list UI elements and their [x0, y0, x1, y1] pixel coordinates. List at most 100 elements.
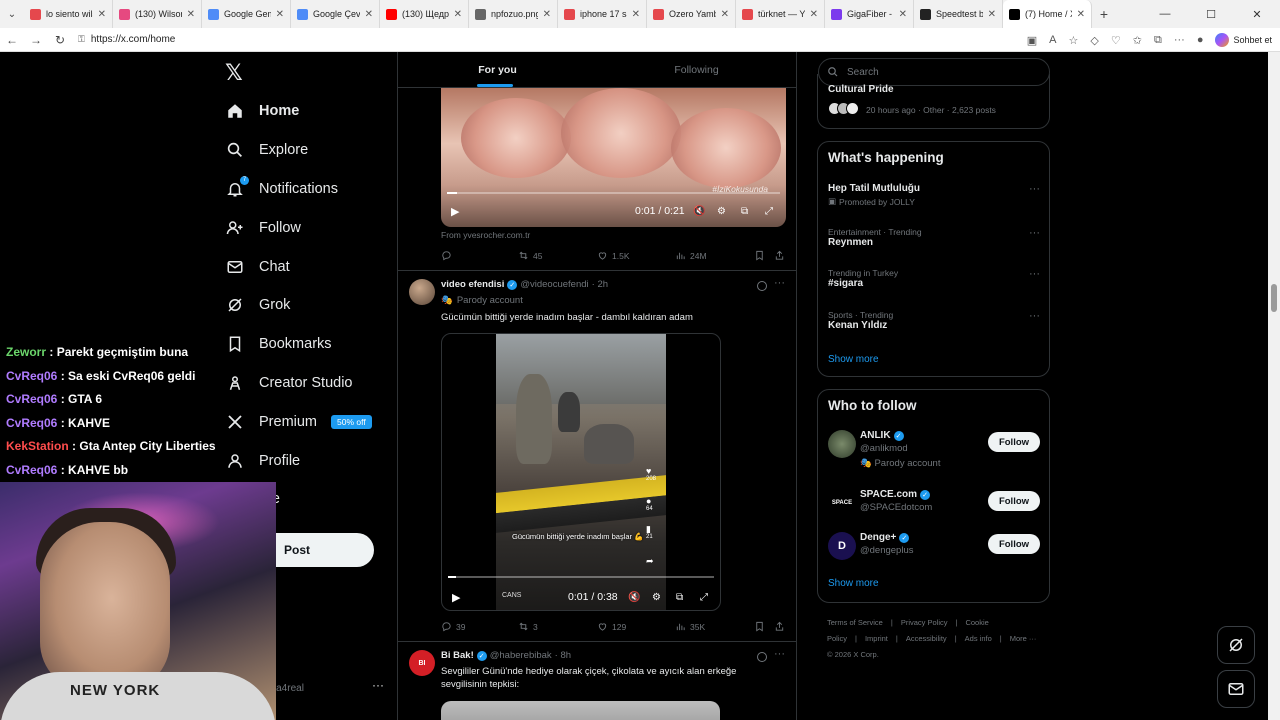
- settings-gear-icon[interactable]: ⚙: [652, 592, 661, 603]
- mute-icon[interactable]: 🔇: [693, 206, 705, 217]
- follow-button[interactable]: Follow: [988, 432, 1040, 452]
- bookmark-button[interactable]: [754, 250, 765, 261]
- sidebar-item-creator-studio[interactable]: Creator Studio: [225, 364, 372, 403]
- tab-close-icon[interactable]: ✕: [1077, 9, 1085, 20]
- account-more-icon[interactable]: ···: [372, 678, 384, 692]
- browser-tab[interactable]: lo siento wilsor ✕: [24, 0, 113, 28]
- post-media[interactable]: [441, 701, 720, 720]
- profile-avatar-icon[interactable]: ●: [1197, 34, 1204, 46]
- trend-more-icon[interactable]: ···: [1029, 227, 1040, 239]
- trend-item[interactable]: Sports · Trending Kenan Yıldız ···: [828, 310, 1040, 333]
- sidebar-item-profile[interactable]: Profile: [225, 441, 372, 480]
- pip-icon[interactable]: ⧉: [741, 206, 748, 217]
- trend-more-icon[interactable]: ···: [1029, 268, 1040, 280]
- trend-item[interactable]: Hep Tatil Mutluluğu ▣ Promoted by JOLLY ·…: [828, 183, 1040, 207]
- browser-tab[interactable]: türknet — Yand ✕: [736, 0, 825, 28]
- trend-more-icon[interactable]: ···: [1029, 310, 1040, 322]
- browser-tab[interactable]: Ozero Yambutc ✕: [647, 0, 736, 28]
- reply-button[interactable]: 39: [441, 621, 465, 632]
- post-time[interactable]: · 8h: [555, 650, 571, 661]
- browser-tab[interactable]: Speedtest by O ✕: [914, 0, 1003, 28]
- sidebar-item-home[interactable]: Home: [225, 92, 372, 131]
- views-button[interactable]: 24M: [675, 250, 707, 261]
- page-scrollbar[interactable]: [1268, 52, 1280, 720]
- avatar[interactable]: [409, 279, 435, 305]
- repost-button[interactable]: 45: [518, 250, 542, 261]
- follow-suggestion[interactable]: D Denge+ ✓ @dengeplus Follow: [828, 532, 1040, 562]
- tab-close-icon[interactable]: ✕: [632, 9, 640, 20]
- sidebar-item-grok[interactable]: Grok: [225, 286, 372, 325]
- browser-tab[interactable]: Google Çeviri ✕: [291, 0, 380, 28]
- repost-button[interactable]: 3: [518, 621, 538, 632]
- grok-fab-button[interactable]: [1217, 626, 1255, 664]
- tab-close-icon[interactable]: ✕: [187, 9, 195, 20]
- tab-close-icon[interactable]: ✕: [810, 9, 818, 20]
- split-screen-icon[interactable]: ▣: [1027, 34, 1037, 47]
- reply-button[interactable]: [441, 250, 456, 261]
- favorite-star-icon[interactable]: ☆: [1069, 34, 1079, 47]
- author-name[interactable]: video efendisi: [441, 279, 504, 290]
- play-icon[interactable]: ▶: [452, 591, 460, 604]
- footer-link[interactable]: Privacy Policy: [901, 618, 948, 627]
- trend-item[interactable]: Entertainment · Trending Reynmen ···: [828, 227, 1040, 250]
- extensions-icon[interactable]: ◇: [1090, 34, 1098, 47]
- tab-close-icon[interactable]: ✕: [988, 9, 996, 20]
- sidebar-item-bookmarks[interactable]: Bookmarks: [225, 325, 372, 364]
- trend-item[interactable]: Trending in Turkey #sigara ···: [828, 268, 1040, 291]
- refresh-icon[interactable]: ↻: [48, 33, 72, 47]
- post-more-icon[interactable]: ···: [774, 277, 785, 289]
- browser-tab[interactable]: iphone 17 satır ✕: [558, 0, 647, 28]
- site-info-icon[interactable]: ⚿: [78, 34, 85, 45]
- maximize-icon[interactable]: ☐: [1188, 0, 1234, 28]
- pip-icon[interactable]: ⧉: [676, 592, 683, 603]
- browser-tab[interactable]: Google Gemini ✕: [202, 0, 291, 28]
- video-progress-bar[interactable]: [448, 576, 714, 578]
- x-logo-icon[interactable]: 𝕏: [225, 60, 243, 86]
- like-button[interactable]: 1.5K: [597, 250, 630, 261]
- footer-link[interactable]: More ···: [1010, 634, 1037, 643]
- fullscreen-icon[interactable]: ⤢: [700, 592, 708, 603]
- follow-suggestion[interactable]: SPACE SPACE.com ✓ @SPACEdotcom Follow: [828, 489, 1040, 519]
- author-name[interactable]: Bi Bak!: [441, 650, 474, 661]
- tab-following[interactable]: Following: [597, 52, 796, 87]
- sidebar-item-notifications[interactable]: 7 Notifications: [225, 170, 372, 209]
- collections-icon[interactable]: ⧉: [1154, 34, 1162, 47]
- trend-card-top[interactable]: Cultural Pride 20 hours ago · Other · 2,…: [817, 74, 1050, 129]
- tab-close-icon[interactable]: ✕: [276, 9, 284, 20]
- sidebar-item-premium[interactable]: Premium 50% off: [225, 402, 372, 441]
- tab-close-icon[interactable]: ✕: [543, 9, 551, 20]
- minimize-icon[interactable]: —: [1142, 0, 1188, 28]
- footer-link[interactable]: Terms of Service: [827, 618, 883, 627]
- grok-explain-icon[interactable]: [757, 281, 767, 291]
- tab-close-icon[interactable]: ✕: [98, 9, 106, 20]
- browser-tab[interactable]: (130) Щедрый ✕: [380, 0, 469, 28]
- video-progress-bar[interactable]: [447, 192, 780, 194]
- show-more-link[interactable]: Show more: [828, 578, 879, 589]
- messages-fab-button[interactable]: [1217, 670, 1255, 708]
- new-tab-button[interactable]: +: [1092, 6, 1116, 22]
- mute-icon[interactable]: 🔇: [628, 592, 640, 603]
- avatar[interactable]: BI: [409, 650, 435, 676]
- browser-tab[interactable]: GigaFiber - 1.0 ✕: [825, 0, 914, 28]
- tab-close-icon[interactable]: ✕: [899, 9, 907, 20]
- browser-tab[interactable]: (130) Wilson Lo ✕: [113, 0, 202, 28]
- views-button[interactable]: 35K: [675, 621, 705, 632]
- copilot-button[interactable]: Sohbet et: [1215, 33, 1272, 47]
- sidebar-item-explore[interactable]: Explore: [225, 131, 372, 170]
- share-button[interactable]: [774, 621, 785, 632]
- sidebar-item-chat[interactable]: Chat: [225, 247, 372, 286]
- bookmark-button[interactable]: [754, 621, 765, 632]
- browser-tab[interactable]: (7) Home / X ✕: [1003, 0, 1092, 28]
- sidebar-item-follow[interactable]: Follow: [225, 208, 372, 247]
- url-field[interactable]: ⚿ https://x.com/home: [78, 34, 175, 45]
- favorites-icon[interactable]: ✩: [1133, 34, 1142, 47]
- share-button[interactable]: [774, 250, 785, 261]
- show-more-link[interactable]: Show more: [828, 354, 879, 365]
- tab-close-icon[interactable]: ✕: [365, 9, 373, 20]
- ad-source-link[interactable]: From yvesrocher.com.tr: [441, 230, 530, 240]
- footer-link[interactable]: Ads info: [965, 634, 992, 643]
- tab-for-you[interactable]: For you: [398, 52, 597, 87]
- play-icon[interactable]: ▶: [451, 205, 459, 218]
- footer-link[interactable]: Imprint: [865, 634, 888, 643]
- browser-essentials-icon[interactable]: ♡: [1111, 34, 1121, 47]
